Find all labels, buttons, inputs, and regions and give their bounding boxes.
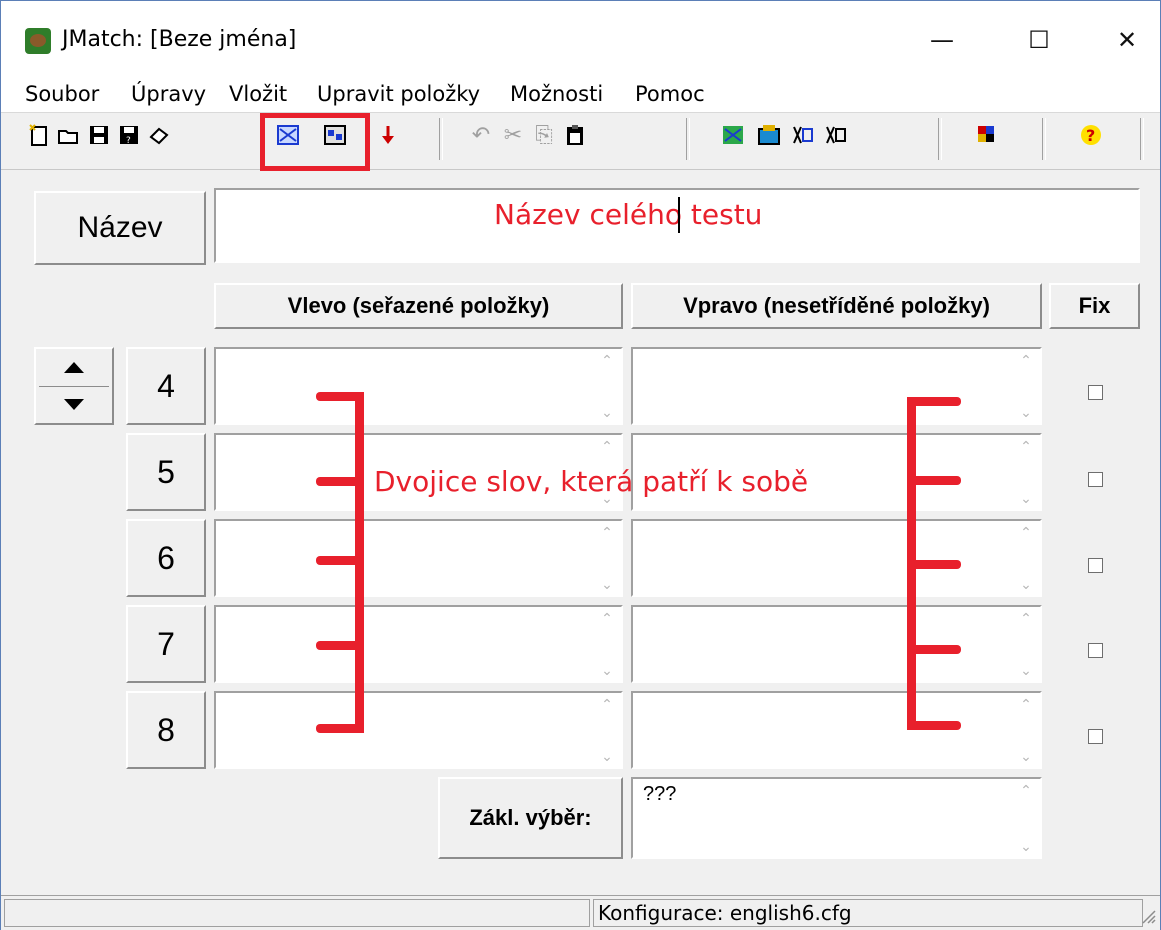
header-fix[interactable]: Fix (1049, 283, 1140, 329)
annotation-tick (907, 721, 961, 730)
config-icon[interactable] (974, 122, 1000, 148)
menu-moznosti[interactable]: Možnosti (510, 82, 603, 106)
left-item-field[interactable]: ⌃ ⌄ (214, 691, 623, 769)
save-icon[interactable] (86, 122, 112, 148)
field-scroll-arrows: ⌃ ⌄ (601, 611, 613, 679)
toolbar-separator (938, 118, 942, 160)
annotation-tick (907, 476, 961, 485)
annotation-tick (907, 560, 961, 569)
down-arrow-icon[interactable] (375, 122, 401, 148)
annotation-text: Dvojice slov, která patří k sobě (374, 465, 809, 498)
toolbar-separator (1140, 118, 1144, 160)
svg-text:?: ? (1086, 126, 1095, 145)
default-choice-value: ??? (643, 783, 677, 805)
annotation-tick (316, 556, 362, 565)
close-button[interactable]: ✕ (1097, 20, 1157, 60)
row-number-button[interactable]: 8 (126, 691, 206, 769)
default-choice-label[interactable]: Zákl. výběr: (438, 777, 623, 859)
left-item-field[interactable]: ⌃ ⌄ (214, 605, 623, 683)
field-scroll-arrows: ⌃ ⌄ (1020, 697, 1032, 765)
field-scroll-arrows: ⌃ ⌄ (601, 697, 613, 765)
copy-icon[interactable]: ⎘ (531, 122, 557, 148)
image-icon[interactable] (756, 122, 782, 148)
new-file-icon[interactable] (26, 122, 52, 148)
open-folder-icon[interactable] (56, 122, 82, 148)
help-icon[interactable]: ? (1078, 122, 1104, 148)
menu-upravy[interactable]: Úpravy (131, 82, 206, 106)
fix-checkbox[interactable] (1088, 472, 1103, 487)
svg-text:?: ? (126, 136, 131, 146)
annotation-tick (907, 645, 961, 654)
right-item-field[interactable]: ⌃ ⌄ (631, 347, 1042, 425)
cut-icon[interactable]: ✂ (500, 122, 526, 148)
toolbar-separator (686, 118, 690, 160)
header-left-items[interactable]: Vlevo (seřazené položky) (214, 283, 623, 329)
menu-upravit-polozky[interactable]: Upravit položky (317, 82, 480, 106)
annotation-tick (316, 724, 362, 733)
nazev-button[interactable]: Název (34, 191, 206, 265)
fix-checkbox[interactable] (1088, 643, 1103, 658)
right-item-field[interactable]: ⌃ ⌄ (631, 605, 1042, 683)
fix-checkbox[interactable] (1088, 558, 1103, 573)
export-icon[interactable] (790, 122, 816, 148)
minimize-button[interactable]: — (912, 20, 972, 60)
left-item-field[interactable]: ⌃ ⌄ (214, 519, 623, 597)
field-scroll-arrows: ⌃ ⌄ (1020, 439, 1032, 507)
window-title: JMatch: [Beze jména] (62, 27, 297, 52)
menu-vlozit[interactable]: Vložit (229, 82, 287, 106)
field-scroll-arrows: ⌃ ⌄ (1020, 353, 1032, 421)
resize-grip-icon[interactable] (1138, 906, 1156, 924)
row-number-button[interactable]: 6 (126, 519, 206, 597)
default-choice-field[interactable]: ??? ⌃ ⌄ (631, 777, 1042, 859)
annotation-tick (316, 477, 362, 486)
field-scroll-arrows: ⌃ ⌄ (1020, 783, 1032, 855)
annotation-tick (316, 392, 362, 401)
field-scroll-arrows: ⌃ ⌄ (601, 353, 613, 421)
field-scroll-arrows: ⌃ ⌄ (1020, 611, 1032, 679)
row-number-button[interactable]: 5 (126, 433, 206, 511)
eraser-icon[interactable] (146, 122, 172, 148)
toolbar-separator (439, 118, 443, 160)
row-number-button[interactable]: 7 (126, 605, 206, 683)
toolbar-highlight-box (260, 113, 370, 171)
fix-checkbox[interactable] (1088, 729, 1103, 744)
toolbar-separator (1042, 118, 1046, 160)
header-right-items[interactable]: Vpravo (nesetříděné položky) (631, 283, 1042, 329)
left-item-field[interactable]: ⌃ ⌄ (214, 347, 623, 425)
move-down-icon[interactable] (62, 398, 86, 412)
maximize-button[interactable]: ☐ (1009, 20, 1069, 60)
field-scroll-arrows: ⌃ ⌄ (1020, 525, 1032, 593)
text-caret (678, 197, 680, 233)
right-item-field[interactable]: ⌃ ⌄ (631, 691, 1042, 769)
fix-checkbox[interactable] (1088, 385, 1103, 400)
web-export-icon[interactable] (720, 122, 746, 148)
paste-icon[interactable] (562, 122, 588, 148)
annotation-tick (316, 641, 362, 650)
export-alt-icon[interactable] (823, 122, 849, 148)
row-number-button[interactable]: 4 (126, 347, 206, 425)
test-title-value: Název celého testu (494, 198, 763, 231)
undo-icon[interactable]: ↶ (468, 122, 494, 148)
status-config: Konfigurace: english6.cfg (593, 899, 1143, 927)
annotation-tick (907, 397, 961, 406)
menu-soubor[interactable]: Soubor (25, 82, 99, 106)
move-row-buttons (34, 347, 114, 425)
status-pane-left (4, 899, 590, 927)
menu-pomoc[interactable]: Pomoc (635, 82, 705, 106)
right-item-field[interactable]: ⌃ ⌄ (631, 519, 1042, 597)
move-up-icon[interactable] (62, 360, 86, 374)
jmatch-app-icon (25, 28, 51, 54)
save-as-icon[interactable]: ? (116, 122, 142, 148)
field-scroll-arrows: ⌃ ⌄ (601, 525, 613, 593)
